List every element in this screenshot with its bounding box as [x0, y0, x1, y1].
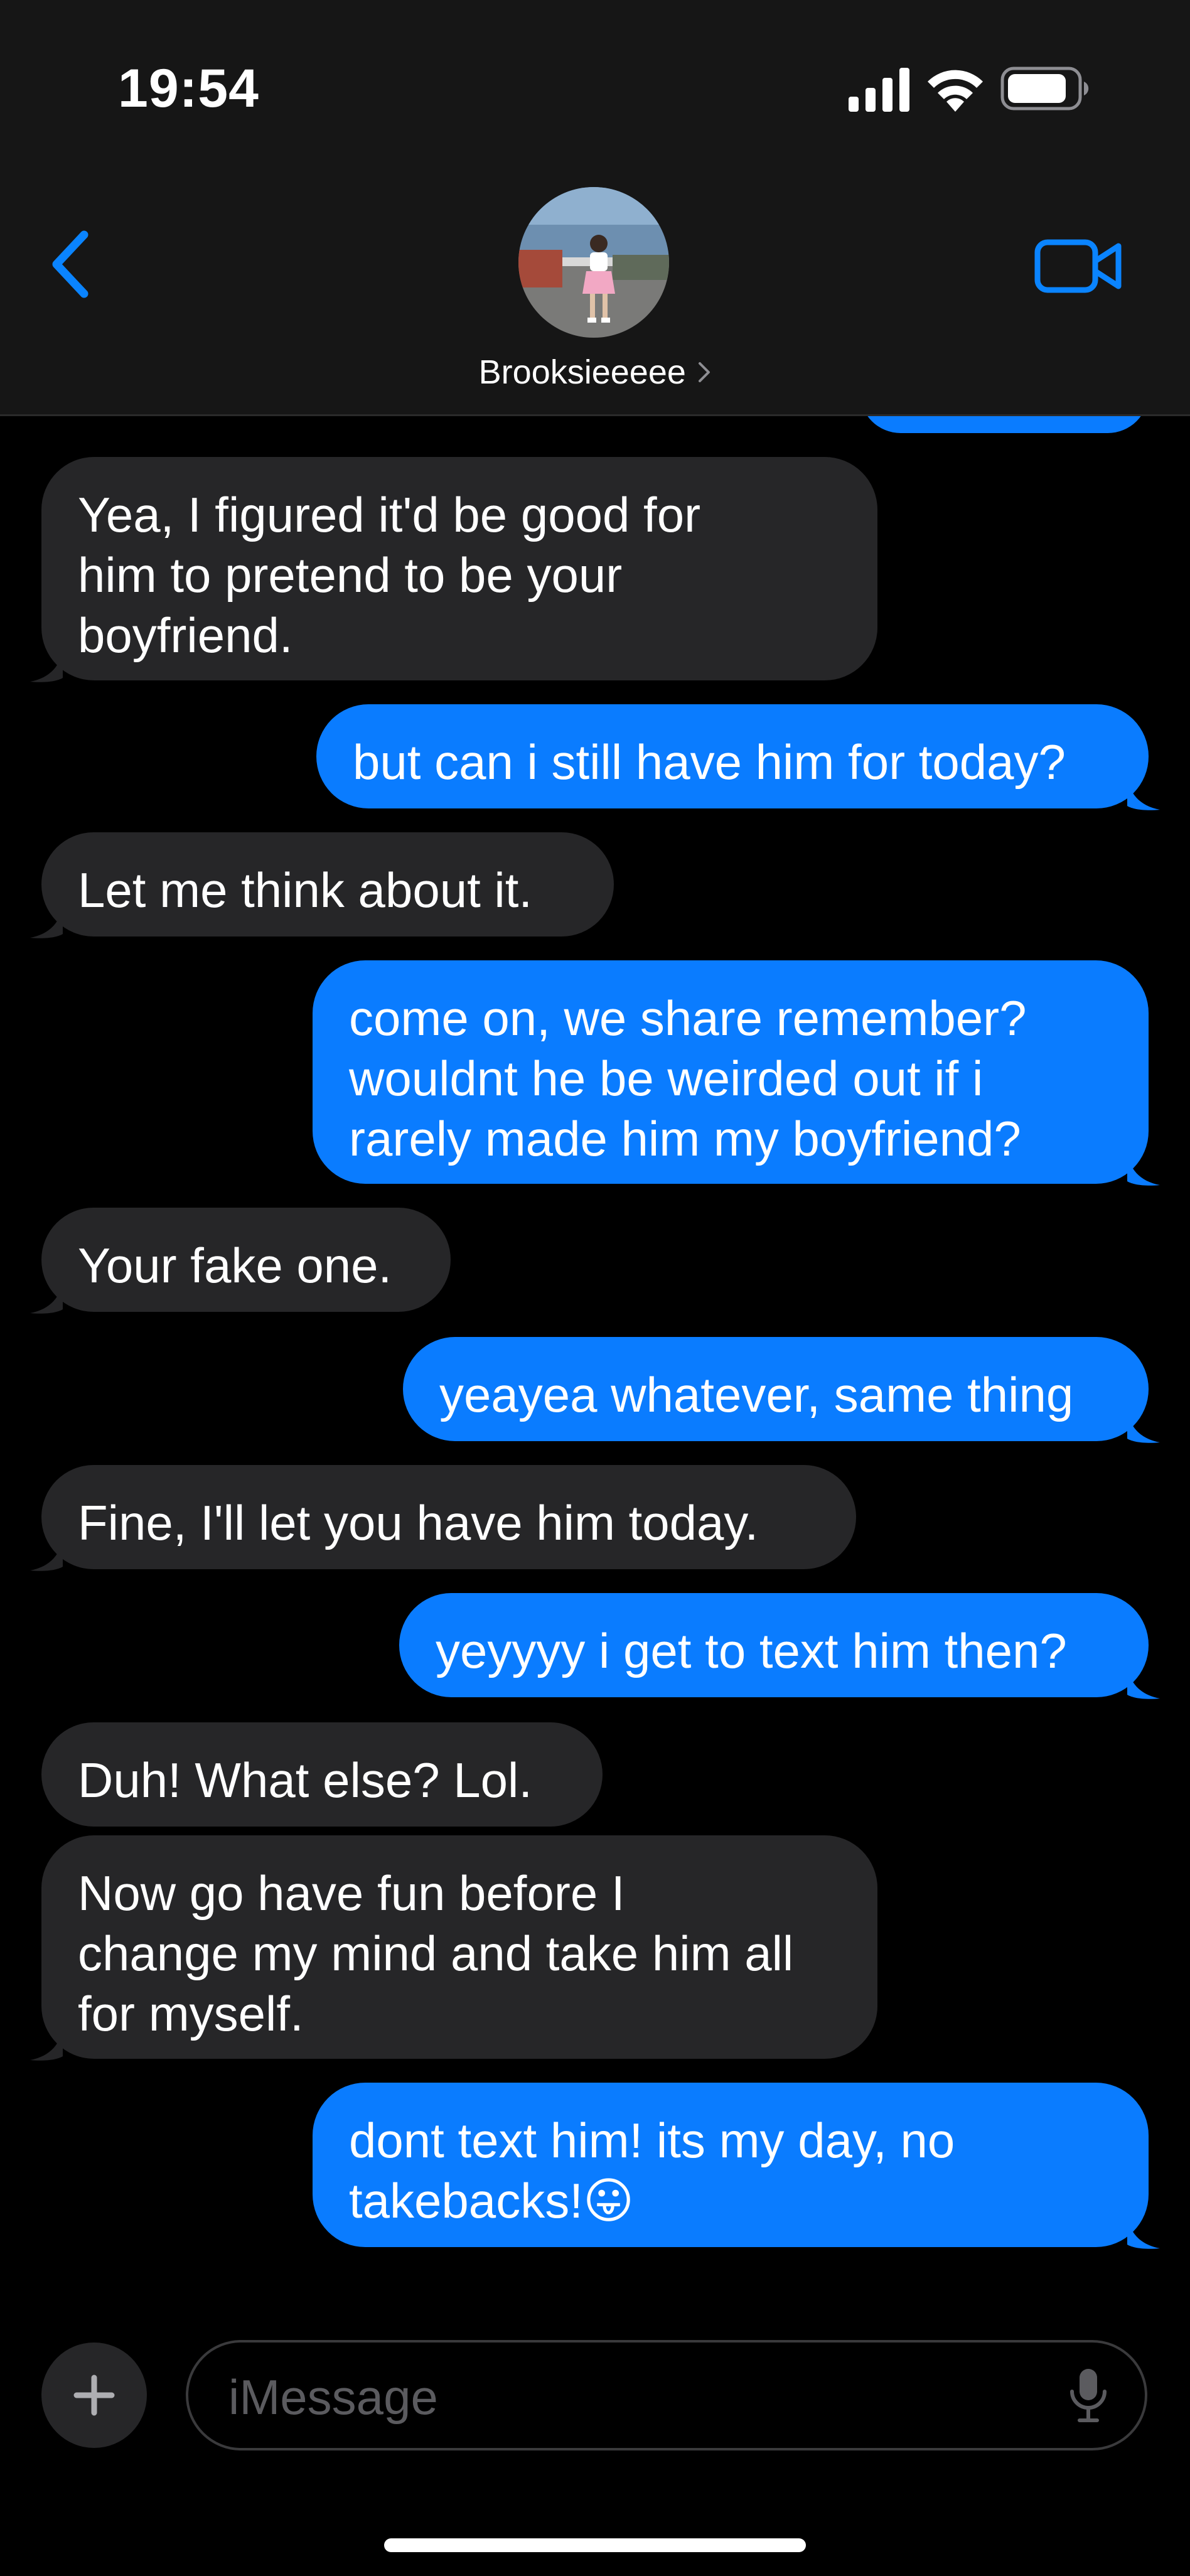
received-message-bubble[interactable]: Now go have fun before I change my mind … [41, 1835, 877, 2059]
contact-name: Brooksieeeee [478, 353, 686, 391]
message-line: Let me think about it. [78, 862, 533, 918]
message-line: dont text him! its my day, no [349, 2113, 955, 2168]
add-attachment-button[interactable] [41, 2343, 147, 2448]
message-line: Yea, I figured it'd be good for [78, 487, 701, 542]
bubble-tail [1127, 2213, 1160, 2249]
received-message-bubble[interactable]: Fine, I'll let you have him today. [41, 1465, 856, 1569]
bubble-tail [1127, 1407, 1160, 1443]
message-line: Duh! What else? Lol. [78, 1752, 533, 1808]
message-input-placeholder: iMessage [228, 2369, 438, 2425]
sent-message-bubble[interactable]: yeayea whatever, same thing [403, 1337, 1149, 1441]
message-line: him to pretend to be your [78, 547, 623, 603]
message-line: yeyyyy i get to text him then? [436, 1623, 1067, 1678]
battery-icon [1000, 67, 1089, 110]
message-line: takebacks!😛 [349, 2173, 635, 2228]
status-time: 19:54 [118, 58, 259, 119]
conversation-header: 19:54 Brooksieeeee [0, 0, 1190, 416]
cellular-signal-icon [849, 68, 909, 112]
plus-icon [73, 2375, 115, 2416]
microphone-icon[interactable] [1068, 2366, 1108, 2424]
bubble-tail [1127, 1663, 1160, 1699]
received-message-bubble[interactable]: Yea, I figured it'd be good for him to p… [41, 457, 877, 680]
received-message-bubble[interactable]: Duh! What else? Lol. [41, 1722, 603, 1827]
sent-message-bubble[interactable]: yeyyyy i get to text him then? [399, 1593, 1149, 1697]
message-line: Your fake one. [78, 1238, 392, 1293]
contact-name-button[interactable]: Brooksieeeee [0, 353, 1190, 392]
imessage-input[interactable]: iMessage [186, 2340, 1147, 2450]
message-line: yeayea whatever, same thing [439, 1367, 1074, 1422]
home-indicator[interactable] [384, 2538, 806, 2552]
received-message-bubble[interactable]: Your fake one. [41, 1208, 451, 1312]
message-line: Fine, I'll let you have him today. [78, 1495, 759, 1550]
message-line: boyfriend. [78, 608, 293, 663]
bubble-tail [30, 1535, 63, 1571]
bubble-tail [30, 2025, 63, 2061]
message-line: for myself. [78, 1986, 304, 2041]
bubble-tail [1127, 1150, 1160, 1186]
received-message-bubble[interactable]: Let me think about it. [41, 832, 614, 936]
back-button[interactable] [39, 223, 102, 305]
message-line: come on, we share remember? [349, 990, 1027, 1046]
avatar-photo [518, 187, 669, 338]
message-line: wouldnt he be weirded out if i [349, 1051, 984, 1106]
bubble-tail [30, 647, 63, 682]
message-line: change my mind and take him all [78, 1926, 794, 1981]
video-camera-icon[interactable] [1034, 235, 1123, 298]
bubble-tail [30, 1278, 63, 1314]
bubble-tail [1127, 775, 1160, 810]
bubble-tail [30, 903, 63, 938]
sent-message-bubble[interactable]: but can i still have him for today? [316, 704, 1149, 808]
message-line: but can i still have him for today? [353, 734, 1066, 790]
messages-screen: Yea, I figured it'd be good for him to p… [0, 0, 1190, 2576]
avatar[interactable] [518, 187, 669, 338]
sent-message-bubble[interactable]: dont text him! its my day, no takebacks!… [313, 2083, 1149, 2247]
chevron-right-icon [699, 362, 710, 382]
wifi-icon [928, 70, 983, 112]
message-line: rarely made him my boyfriend? [349, 1111, 1021, 1166]
message-line: Now go have fun before I [78, 1865, 625, 1921]
sent-message-bubble[interactable]: come on, we share remember? wouldnt he b… [313, 960, 1149, 1184]
